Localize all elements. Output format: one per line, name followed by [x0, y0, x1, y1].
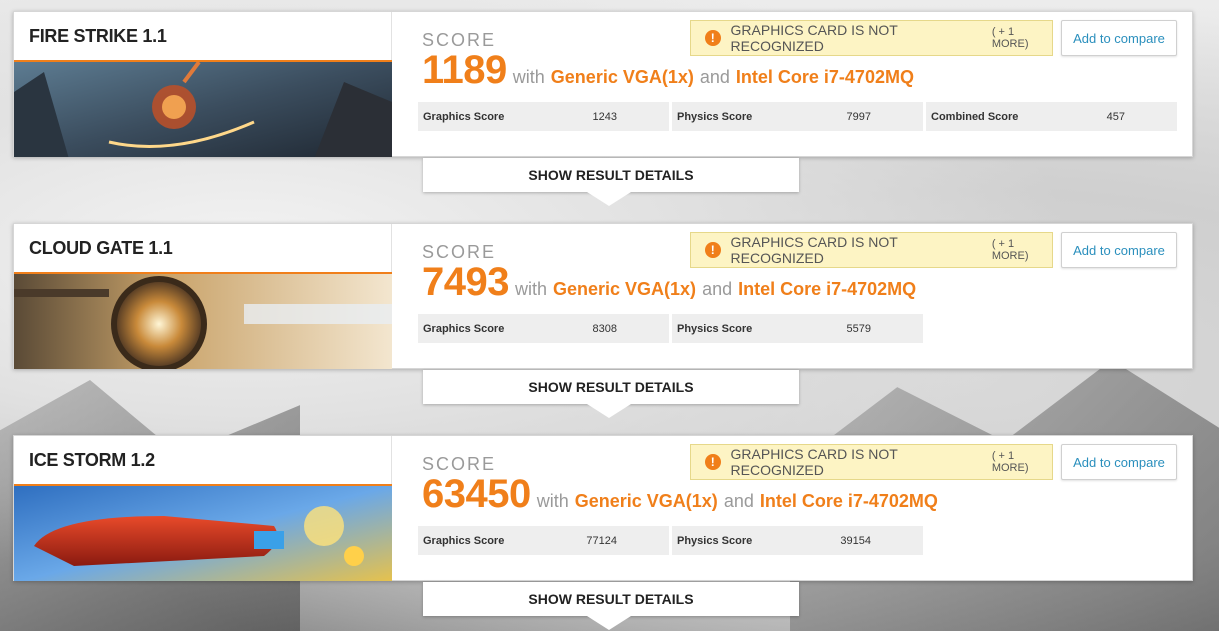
subscore-row: Graphics Score 77124 Physics Score 39154	[418, 526, 923, 555]
subscore-value: 7997	[846, 110, 871, 123]
exclamation-icon: !	[705, 242, 721, 258]
subscore-combined: Combined Score 457	[926, 102, 1177, 131]
test-title: ICE STORM 1.2	[29, 450, 155, 470]
subscore-row: Graphics Score 1243 Physics Score 7997 C…	[418, 102, 1177, 131]
and-text: and	[702, 279, 733, 299]
subscore-value: 1243	[592, 110, 617, 123]
and-text: and	[723, 491, 754, 511]
and-text: and	[699, 67, 730, 87]
test-title: CLOUD GATE 1.1	[29, 238, 173, 258]
subscore-row: Graphics Score 8308 Physics Score 5579	[418, 314, 923, 343]
with-text: with	[536, 491, 569, 511]
chevron-down-icon	[587, 616, 631, 630]
test-thumbnail-image	[14, 272, 392, 369]
subscore-label: Graphics Score	[423, 322, 505, 335]
add-to-compare-button[interactable]: Add to compare	[1061, 20, 1177, 56]
gpu-warning-banner[interactable]: ! GRAPHICS CARD IS NOT RECOGNIZED ( + 1 …	[690, 20, 1053, 56]
subscore-label: Graphics Score	[423, 110, 505, 123]
test-title: FIRE STRIKE 1.1	[29, 26, 167, 46]
exclamation-icon: !	[705, 454, 721, 470]
subscore-physics: Physics Score 7997	[672, 102, 923, 131]
details-label: SHOW RESULT DETAILS	[528, 591, 694, 607]
gpu-name[interactable]: Generic VGA(1x)	[575, 491, 718, 512]
test-header: CLOUD GATE 1.1	[14, 224, 392, 369]
warning-more-link[interactable]: ( + 1 MORE)	[992, 26, 1052, 50]
with-text: with	[512, 67, 545, 87]
show-result-details-button[interactable]: SHOW RESULT DETAILS	[423, 158, 799, 206]
result-card-cloud-gate: CLOUD GATE 1.1 SCORE 7493 with Generic V…	[13, 223, 1193, 369]
subscore-physics: Physics Score 5579	[672, 314, 923, 343]
warning-more-link[interactable]: ( + 1 MORE)	[992, 238, 1052, 262]
subscore-value: 5579	[846, 322, 871, 335]
cpu-name[interactable]: Intel Core i7-4702MQ	[738, 279, 916, 300]
test-thumbnail-image	[14, 484, 392, 581]
cpu-name[interactable]: Intel Core i7-4702MQ	[736, 67, 914, 88]
subscore-graphics: Graphics Score 1243	[418, 102, 669, 131]
subscore-label: Physics Score	[677, 534, 753, 547]
with-text: with	[514, 279, 547, 299]
subscore-value: 77124	[586, 534, 617, 547]
subscore-graphics: Graphics Score 77124	[418, 526, 669, 555]
subscore-value: 457	[1106, 110, 1125, 123]
test-header: ICE STORM 1.2	[14, 436, 392, 581]
overall-score: 63450	[422, 472, 531, 516]
test-header: FIRE STRIKE 1.1	[14, 12, 392, 157]
subscore-physics: Physics Score 39154	[672, 526, 923, 555]
subscore-label: Combined Score	[931, 110, 1019, 123]
test-thumbnail-image	[14, 60, 392, 157]
warning-more-link[interactable]: ( + 1 MORE)	[992, 450, 1052, 474]
gpu-warning-banner[interactable]: ! GRAPHICS CARD IS NOT RECOGNIZED ( + 1 …	[690, 444, 1053, 480]
gpu-warning-banner[interactable]: ! GRAPHICS CARD IS NOT RECOGNIZED ( + 1 …	[690, 232, 1053, 268]
subscore-label: Physics Score	[677, 322, 753, 335]
chevron-down-icon	[587, 404, 631, 418]
subscore-graphics: Graphics Score 8308	[418, 314, 669, 343]
subscore-value: 8308	[592, 322, 617, 335]
overall-score: 7493	[422, 260, 509, 304]
details-label: SHOW RESULT DETAILS	[528, 379, 694, 395]
chevron-down-icon	[587, 192, 631, 206]
warning-text: GRAPHICS CARD IS NOT RECOGNIZED	[730, 22, 898, 54]
add-to-compare-button[interactable]: Add to compare	[1061, 232, 1177, 268]
result-card-fire-strike: FIRE STRIKE 1.1 SCORE 1189 with Generic	[13, 11, 1193, 157]
subscore-label: Graphics Score	[423, 534, 505, 547]
add-to-compare-button[interactable]: Add to compare	[1061, 444, 1177, 480]
show-result-details-button[interactable]: SHOW RESULT DETAILS	[423, 370, 799, 418]
warning-text: GRAPHICS CARD IS NOT RECOGNIZED	[730, 234, 898, 266]
overall-score: 1189	[422, 48, 507, 92]
warning-text: GRAPHICS CARD IS NOT RECOGNIZED	[730, 446, 898, 478]
exclamation-icon: !	[705, 30, 721, 46]
subscore-value: 39154	[840, 534, 871, 547]
show-result-details-button[interactable]: SHOW RESULT DETAILS	[423, 582, 799, 630]
gpu-name[interactable]: Generic VGA(1x)	[553, 279, 696, 300]
subscore-label: Physics Score	[677, 110, 753, 123]
cpu-name[interactable]: Intel Core i7-4702MQ	[760, 491, 938, 512]
details-label: SHOW RESULT DETAILS	[528, 167, 694, 183]
gpu-name[interactable]: Generic VGA(1x)	[551, 67, 694, 88]
result-card-ice-storm: ICE STORM 1.2 SCORE 63450 with Generic V…	[13, 435, 1193, 581]
